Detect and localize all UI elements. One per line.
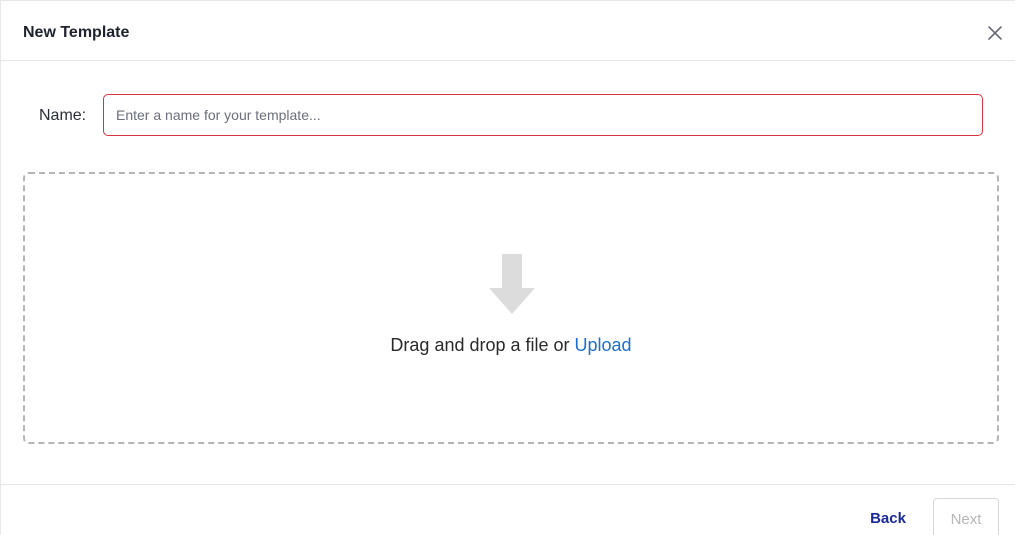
- dialog-title: New Template: [23, 24, 130, 41]
- dialog-header: New Template: [1, 1, 1015, 61]
- close-icon[interactable]: [984, 22, 1006, 44]
- arrow-down-icon: [489, 254, 535, 316]
- template-name-input[interactable]: [103, 94, 983, 136]
- name-label: Name:: [39, 107, 87, 124]
- new-template-dialog: New Template Name: Drag and drop a file …: [0, 0, 1015, 535]
- back-button[interactable]: Back: [859, 499, 917, 535]
- dialog-footer: Back Next: [1, 484, 1015, 535]
- next-button[interactable]: Next: [933, 498, 999, 535]
- file-dropzone[interactable]: Drag and drop a file or Upload: [23, 172, 999, 444]
- dropzone-instruction: Drag and drop a file or: [390, 335, 575, 355]
- dropzone-text: Drag and drop a file or Upload: [25, 334, 997, 356]
- upload-link[interactable]: Upload: [575, 335, 632, 355]
